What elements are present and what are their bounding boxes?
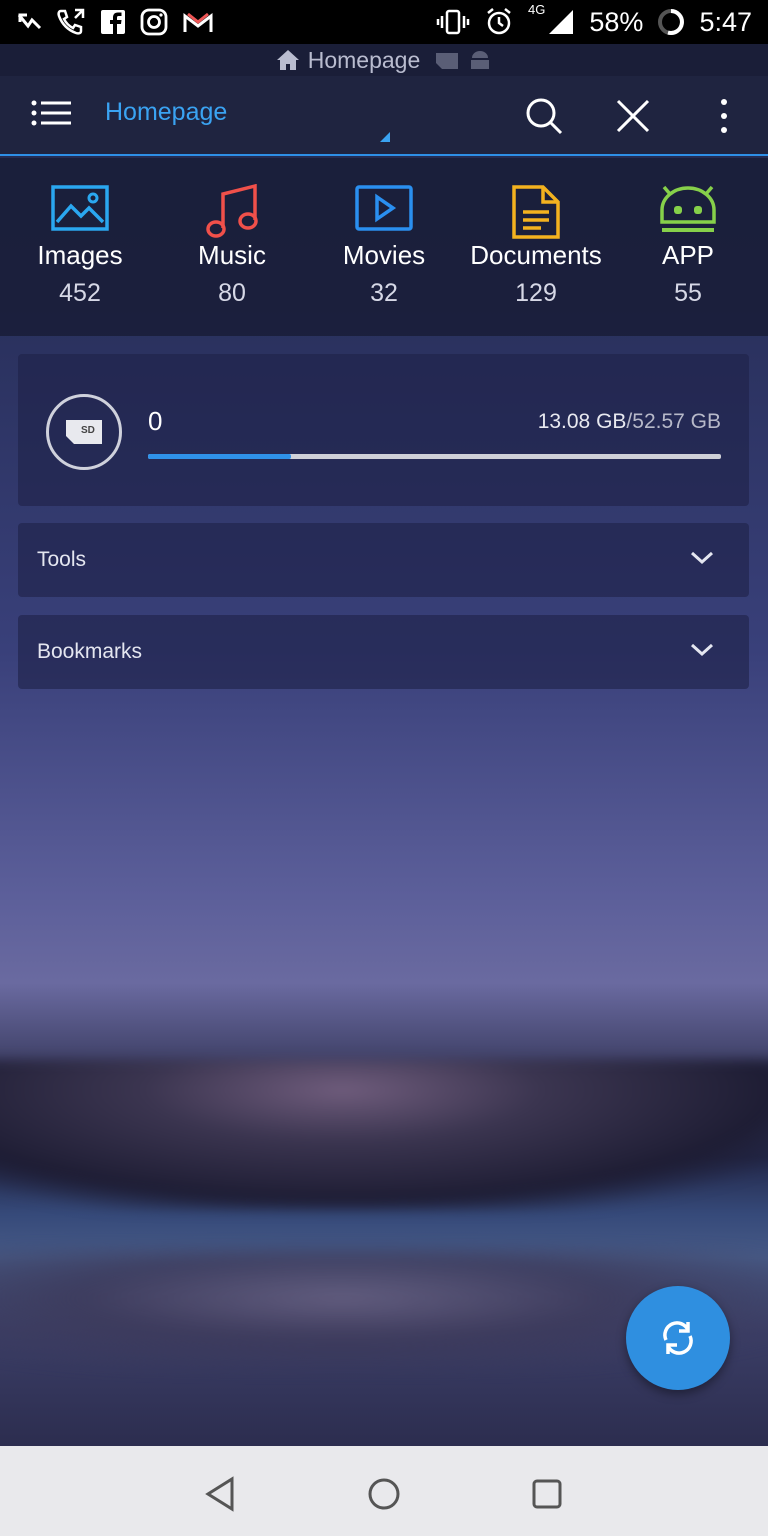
close-icon[interactable] xyxy=(611,94,655,138)
clock: 5:47 xyxy=(699,6,752,37)
category-count: 129 xyxy=(515,279,557,307)
vibrate-icon xyxy=(436,9,470,35)
window-title-dropdown[interactable]: Homepage xyxy=(105,98,227,127)
category-movies[interactable]: Movies 32 xyxy=(309,158,459,336)
refresh-icon xyxy=(663,1321,693,1355)
document-icon xyxy=(512,185,560,239)
category-app[interactable]: APP 55 xyxy=(613,158,763,336)
storage-card[interactable]: SD 0 13.08 GB/52.57 GB xyxy=(18,354,749,506)
storage-used: 13.08 GB xyxy=(537,410,627,433)
missed-call-icon xyxy=(17,13,42,30)
path-breadcrumb[interactable]: Homepage xyxy=(0,44,768,76)
storage-size: 13.08 GB/52.57 GB xyxy=(538,410,721,434)
top-toolbar: Homepage xyxy=(0,76,768,156)
storage-usage-fill xyxy=(148,454,292,459)
category-label: Documents xyxy=(470,240,602,270)
category-label: Movies xyxy=(342,240,426,270)
sd-card-badge: SD xyxy=(46,394,122,470)
path-location-label: Homepage xyxy=(307,46,421,73)
facebook-icon xyxy=(101,10,125,34)
storage-usage-bar xyxy=(148,454,721,459)
category-images[interactable]: Images 452 xyxy=(5,158,155,336)
sd-card-icon[interactable] xyxy=(434,49,460,71)
category-count: 55 xyxy=(674,279,702,307)
more-options-icon[interactable] xyxy=(702,94,746,138)
signal-icon xyxy=(549,10,574,34)
svg-text:SD: SD xyxy=(81,425,95,436)
category-music[interactable]: Music 80 xyxy=(157,158,307,336)
alarm-icon xyxy=(487,8,511,35)
bookmarks-label: Bookmarks xyxy=(37,640,143,663)
refresh-fab-button[interactable] xyxy=(626,1286,730,1390)
battery-percent: 58% xyxy=(589,6,644,37)
search-icon[interactable] xyxy=(522,94,566,138)
chevron-down-icon[interactable] xyxy=(689,548,715,568)
instagram-icon xyxy=(140,8,168,36)
storage-total: 52.57 GB xyxy=(632,410,721,433)
mountain-silhouette xyxy=(0,1060,768,1210)
category-count: 80 xyxy=(218,279,246,307)
android-icon xyxy=(660,185,716,232)
music-icon xyxy=(206,184,258,238)
sd-card-icon: SD xyxy=(66,420,102,444)
tools-label: Tools xyxy=(37,548,87,571)
image-icon xyxy=(51,185,109,231)
menu-icon[interactable] xyxy=(30,98,74,134)
tools-section[interactable]: Tools xyxy=(18,523,749,597)
network-type-label: 4G xyxy=(528,2,546,17)
category-count: 32 xyxy=(370,279,398,307)
status-bar: 4G 58% 5:47 xyxy=(0,0,768,44)
home-nav-icon[interactable] xyxy=(364,1474,404,1514)
category-label: Images xyxy=(37,240,123,270)
call-forward-icon xyxy=(57,8,85,35)
category-label: APP xyxy=(661,240,715,270)
video-icon xyxy=(355,185,413,231)
android-small-icon[interactable] xyxy=(468,49,492,71)
chevron-down-icon[interactable] xyxy=(689,640,715,660)
dropdown-caret-icon[interactable] xyxy=(380,132,390,142)
system-navigation-bar xyxy=(0,1446,768,1536)
category-label: Music xyxy=(198,240,266,270)
recents-icon[interactable] xyxy=(527,1474,567,1514)
home-icon xyxy=(276,50,299,70)
battery-icon xyxy=(658,9,685,35)
gmail-icon xyxy=(183,12,213,32)
category-strip: Images 452 Music 80 Movies 32 Documents … xyxy=(0,158,768,336)
category-documents[interactable]: Documents 129 xyxy=(461,158,611,336)
storage-name: 0 xyxy=(148,406,163,436)
category-count: 452 xyxy=(59,279,101,307)
back-icon[interactable] xyxy=(200,1474,240,1514)
bookmarks-section[interactable]: Bookmarks xyxy=(18,615,749,689)
